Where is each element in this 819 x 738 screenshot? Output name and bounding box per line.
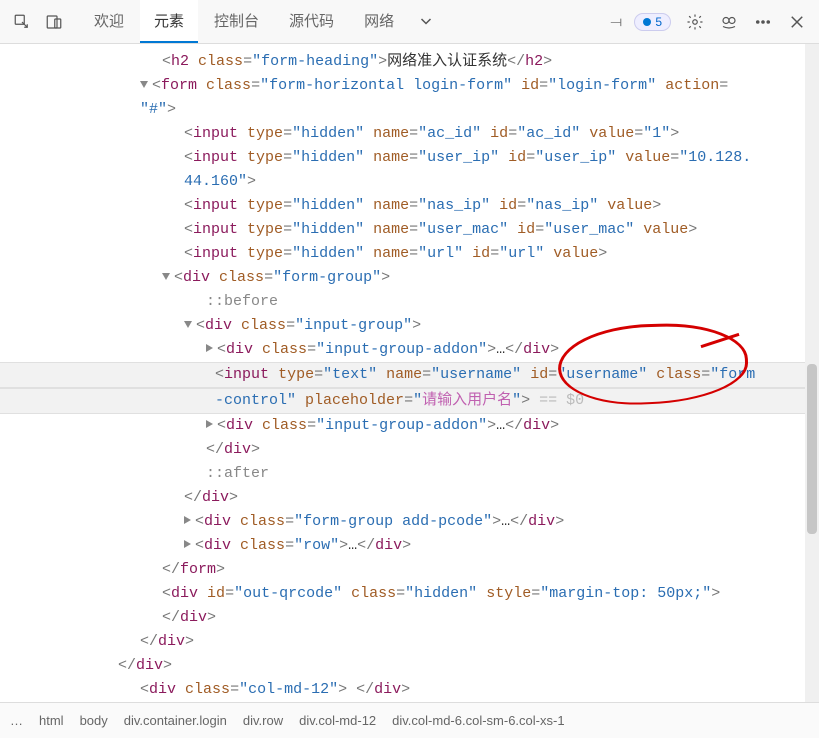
breadcrumb-item[interactable]: …	[10, 713, 23, 728]
dom-line[interactable]: </form>	[0, 558, 819, 582]
dom-line[interactable]: <div class="row">…</div>	[0, 534, 819, 558]
expand-toggle-icon[interactable]	[184, 321, 192, 328]
badge-count: 5	[655, 15, 662, 29]
dom-line[interactable]: </div>	[0, 486, 819, 510]
expand-toggle-icon[interactable]	[162, 273, 170, 280]
dom-line[interactable]: </div>	[0, 438, 819, 462]
breadcrumb-item[interactable]: div.container.login	[124, 713, 227, 728]
dom-line[interactable]: <h2 class="form-heading">网络准入认证系统</h2>	[0, 50, 819, 74]
dom-line[interactable]: </div>	[0, 630, 819, 654]
expand-toggle-icon[interactable]	[206, 344, 213, 352]
close-icon[interactable]	[783, 8, 811, 36]
device-toolbar-icon[interactable]	[40, 8, 68, 36]
inspect-element-icon[interactable]	[8, 8, 36, 36]
dom-line-form[interactable]: <form class="form-horizontal login-form"…	[0, 74, 819, 98]
more-tabs-icon[interactable]	[412, 8, 440, 36]
elements-panel[interactable]: <h2 class="form-heading">网络准入认证系统</h2> <…	[0, 44, 819, 700]
tab-strip: 欢迎 元素 控制台 源代码 网络	[80, 0, 408, 43]
more-options-icon[interactable]	[749, 8, 777, 36]
breadcrumb: … html body div.container.login div.row …	[0, 702, 819, 738]
breadcrumb-item[interactable]: div.row	[243, 713, 283, 728]
dom-tree: <h2 class="form-heading">网络准入认证系统</h2> <…	[0, 44, 819, 700]
dom-line[interactable]: </div>	[0, 606, 819, 630]
dom-line[interactable]: </div>	[0, 654, 819, 678]
dom-line-selected[interactable]: -control" placeholder="请输入用户名"> == $0	[0, 388, 819, 414]
settings-gear-icon[interactable]	[681, 8, 709, 36]
tab-elements[interactable]: 元素	[140, 0, 198, 43]
dom-line[interactable]: <div class="col-md-12"> </div>	[0, 678, 819, 700]
tab-sources[interactable]: 源代码	[275, 0, 348, 43]
dom-line[interactable]: <input type="hidden" name="url" id="url"…	[0, 242, 819, 266]
dom-line[interactable]: <div class="input-group">	[0, 314, 819, 338]
dom-pseudo[interactable]: ::before	[0, 290, 819, 314]
dom-line[interactable]: <div class="form-group">	[0, 266, 819, 290]
breadcrumb-item[interactable]: html	[39, 713, 64, 728]
expand-toggle-icon[interactable]	[140, 81, 148, 88]
dom-line[interactable]: "#">	[0, 98, 819, 122]
devtools-toolbar: 欢迎 元素 控制台 源代码 网络 ⟞ 5	[0, 0, 819, 44]
dom-line-selected[interactable]: <input type="text" name="username" id="u…	[0, 362, 819, 388]
dom-pseudo[interactable]: ::after	[0, 462, 819, 486]
expand-toggle-icon[interactable]	[206, 420, 213, 428]
dom-line[interactable]: <input type="hidden" name="nas_ip" id="n…	[0, 194, 819, 218]
dom-line[interactable]: <input type="hidden" name="user_mac" id=…	[0, 218, 819, 242]
vertical-scrollbar[interactable]	[805, 44, 819, 704]
dom-line[interactable]: <input type="hidden" name="ac_id" id="ac…	[0, 122, 819, 146]
dom-line[interactable]: 44.160">	[0, 170, 819, 194]
scrollbar-thumb[interactable]	[807, 364, 817, 534]
tab-welcome[interactable]: 欢迎	[80, 0, 138, 43]
issues-badge[interactable]: 5	[634, 13, 671, 31]
expand-toggle-icon[interactable]	[184, 516, 191, 524]
tab-console[interactable]: 控制台	[200, 0, 273, 43]
feedback-icon[interactable]	[715, 8, 743, 36]
breadcrumb-item[interactable]: div.col-md-6.col-sm-6.col-xs-1	[392, 713, 564, 728]
dom-line[interactable]: <div id="out-qrcode" class="hidden" styl…	[0, 582, 819, 606]
badge-dot-icon	[643, 18, 651, 26]
dom-line[interactable]: <input type="hidden" name="user_ip" id="…	[0, 146, 819, 170]
dom-line[interactable]: <div class="input-group-addon">…</div>	[0, 414, 819, 438]
divider-handle-icon[interactable]: ⟞	[602, 8, 630, 36]
expand-toggle-icon[interactable]	[184, 540, 191, 548]
breadcrumb-item[interactable]: body	[80, 713, 108, 728]
breadcrumb-item[interactable]: div.col-md-12	[299, 713, 376, 728]
dom-line[interactable]: <div class="form-group add-pcode">…</div…	[0, 510, 819, 534]
tab-network[interactable]: 网络	[350, 0, 408, 43]
dom-line[interactable]: <div class="input-group-addon">…</div>	[0, 338, 819, 362]
